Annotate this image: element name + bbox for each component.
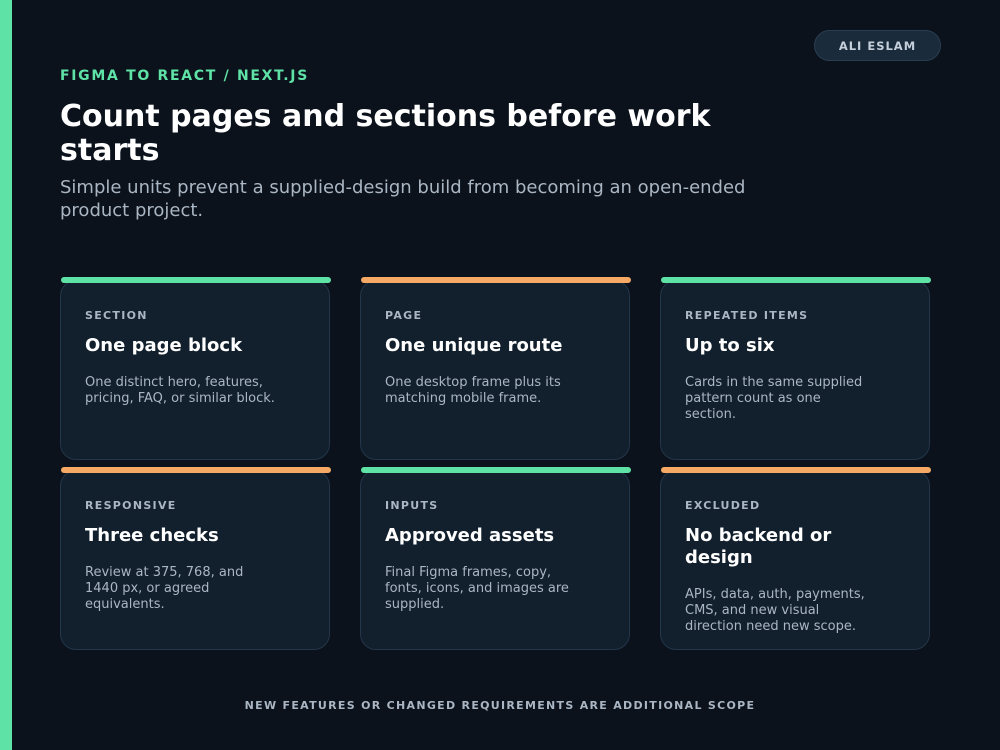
card-section: SECTION One page block One distinct hero… xyxy=(60,277,331,460)
card-inputs: INPUTS Approved assets Final Figma frame… xyxy=(360,467,631,650)
card-kicker: INPUTS xyxy=(385,499,439,512)
card-accent-stripe xyxy=(361,467,631,473)
card-body: Final Figma frames, copy, fonts, icons, … xyxy=(385,565,569,612)
card-kicker: PAGE xyxy=(385,309,423,322)
card-repeated-items: REPEATED ITEMS Up to six Cards in the sa… xyxy=(660,277,931,460)
card-kicker: SECTION xyxy=(85,309,148,322)
eyebrow: FIGMA TO REACT / NEXT.JS xyxy=(60,68,310,84)
card-body: One distinct hero, features, pricing, FA… xyxy=(85,375,275,406)
accent-bar xyxy=(0,0,12,750)
slide: ALI ESLAM FIGMA TO REACT / NEXT.JS Count… xyxy=(0,0,1000,750)
card-title: Approved assets xyxy=(385,525,555,546)
card-excluded: EXCLUDED No backend or design APIs, data… xyxy=(660,467,931,650)
footer-note: NEW FEATURES OR CHANGED REQUIREMENTS ARE… xyxy=(244,699,756,712)
card-accent-stripe xyxy=(61,467,331,473)
card-accent-stripe xyxy=(661,467,931,473)
card-kicker: EXCLUDED xyxy=(685,499,761,512)
card-title: One page block xyxy=(85,335,243,356)
card-kicker: REPEATED ITEMS xyxy=(685,309,809,322)
card-title: No backend or design xyxy=(685,525,832,568)
card-accent-stripe xyxy=(361,277,631,283)
card-body: APIs, data, auth, payments, CMS, and new… xyxy=(685,587,865,634)
card-title: One unique route xyxy=(385,335,563,356)
card-accent-stripe xyxy=(61,277,331,283)
card-kicker: RESPONSIVE xyxy=(85,499,177,512)
card-body: One desktop frame plus its matching mobi… xyxy=(385,375,561,406)
page-title: Count pages and sections before work sta… xyxy=(60,99,711,168)
card-body: Review at 375, 768, and 1440 px, or agre… xyxy=(85,565,244,612)
card-accent-stripe xyxy=(661,277,931,283)
card-title: Three checks xyxy=(85,525,219,546)
card-title: Up to six xyxy=(685,335,775,356)
card-page: PAGE One unique route One desktop frame … xyxy=(360,277,631,460)
page-subtitle: Simple units prevent a supplied-design b… xyxy=(60,177,746,221)
card-responsive: RESPONSIVE Three checks Review at 375, 7… xyxy=(60,467,331,650)
card-body: Cards in the same supplied pattern count… xyxy=(685,375,863,422)
author-badge: ALI ESLAM xyxy=(814,30,941,61)
